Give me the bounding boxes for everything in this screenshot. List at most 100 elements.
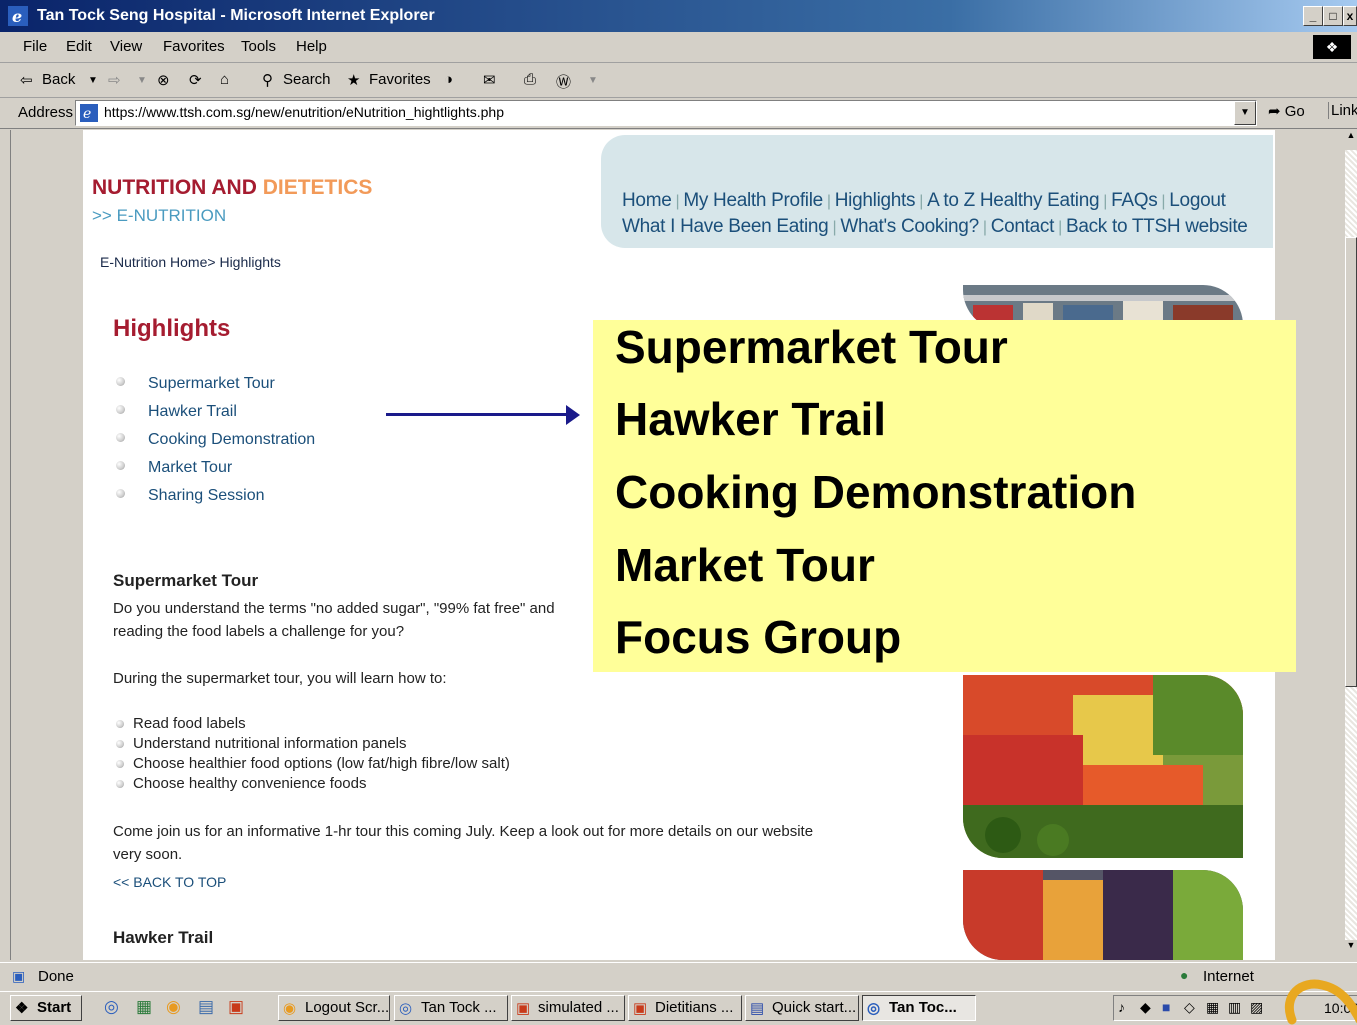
callout-item: Market Tour (615, 539, 875, 591)
breadcrumb-separator: > (207, 254, 216, 270)
nav-home[interactable]: Home (622, 190, 672, 211)
mail-icon[interactable]: ✉ (483, 71, 496, 89)
address-dropdown-icon[interactable]: ▼ (1234, 101, 1256, 125)
task-icon: ▤ (750, 1000, 765, 1017)
tray-network-icon[interactable]: ◇ (1184, 999, 1195, 1016)
menu-edit[interactable]: Edit (66, 38, 92, 55)
menu-bar: File Edit View Favorites Tools Help ❖ (0, 32, 1357, 63)
nav-whats-cooking[interactable]: What's Cooking? (840, 216, 979, 237)
forward-arrow-icon[interactable]: ⇨ (108, 71, 121, 89)
favorites-icon[interactable]: ★ (347, 71, 360, 89)
section1-outro-2: very soon. (113, 846, 183, 863)
minimize-button[interactable]: _ (1303, 6, 1323, 26)
search-icon[interactable]: ⚲ (262, 71, 273, 89)
bullet-icon (116, 780, 124, 788)
highlight-link-hawker[interactable]: Hawker Trail (148, 403, 237, 421)
start-button[interactable]: ❖ Start (10, 995, 82, 1021)
security-zone: Internet (1203, 968, 1254, 985)
menu-file[interactable]: File (23, 38, 47, 55)
section-title-hawker: Hawker Trail (113, 928, 214, 947)
highlight-link-market[interactable]: Market Tour (148, 459, 232, 477)
highlight-link-cooking[interactable]: Cooking Demonstration (148, 431, 315, 449)
highlights-title: Highlights (113, 315, 231, 342)
links-button[interactable]: Link (1328, 102, 1357, 119)
task-dietitians[interactable]: ▣ Dietitians ... (628, 995, 742, 1021)
edit-icon[interactable]: Ⓦ (556, 71, 571, 92)
section1-outro-1: Come join us for an informative 1-hr tou… (113, 823, 814, 840)
home-icon[interactable]: ⌂ (220, 71, 229, 88)
task-icon: ▣ (633, 1000, 648, 1017)
nav-faqs[interactable]: FAQs (1111, 190, 1158, 211)
task-label: Tan Toc... (889, 999, 957, 1016)
tray-connection-icon[interactable]: ▥ (1228, 999, 1241, 1016)
breadcrumb-home-link[interactable]: E-Nutrition Home (100, 254, 207, 270)
task-tan-tock-active[interactable]: ◎ Tan Toc... (862, 995, 976, 1021)
scroll-down-icon[interactable]: ▼ (1345, 940, 1357, 960)
print-icon[interactable]: ⎙ (524, 71, 536, 88)
back-button[interactable]: Back (42, 71, 75, 88)
nav-what-eating[interactable]: What I Have Been Eating (622, 216, 829, 237)
stop-icon[interactable]: ⊗ (157, 71, 170, 89)
highlight-link-supermarket[interactable]: Supermarket Tour (148, 375, 275, 393)
task-quick-start[interactable]: ▤ Quick start... (745, 995, 859, 1021)
scrollbar-thumb[interactable] (1345, 237, 1357, 687)
standard-toolbar: ⇦ Back ▼ ⇨ ▼ ⊗ ⟳ ⌂ ⚲ Search ★ Favorites … (0, 63, 1357, 98)
back-dropdown-icon[interactable]: ▼ (88, 75, 98, 86)
maximize-button[interactable]: □ (1323, 6, 1343, 26)
edit-dropdown-icon[interactable]: ▼ (588, 75, 598, 86)
vegetables-photo (963, 675, 1243, 858)
taskbar: ❖ Start ◎ ▦ ◉ ▤ ▣ ◉ Logout Scr... ◎ Tan Toc… (0, 991, 1357, 1022)
bullet-icon (116, 489, 125, 498)
callout-item: Cooking Demonstration (615, 466, 1137, 518)
search-button[interactable]: Search (283, 71, 331, 88)
menu-view[interactable]: View (110, 38, 142, 55)
nav-logout[interactable]: Logout (1169, 190, 1226, 211)
header-nav-panel: Home | My Health Profile | Highlights | A to Z… (601, 135, 1273, 248)
svg-text:e: e (83, 106, 91, 122)
volume-icon[interactable]: ♪ (1118, 999, 1125, 1015)
nav-health-profile[interactable]: My Health Profile (683, 190, 823, 211)
nav-a-to-z[interactable]: A to Z Healthy Eating (927, 190, 1099, 211)
address-bar: Address e https://www.ttsh.com.sg/new/en… (0, 98, 1357, 129)
internet-zone-icon: ● (1180, 967, 1189, 983)
highlight-link-sharing[interactable]: Sharing Session (148, 487, 265, 505)
status-bar: ▣ Done ● Internet (0, 962, 1357, 991)
menu-favorites[interactable]: Favorites (163, 38, 225, 55)
start-label: Start (37, 999, 72, 1016)
fruits-photo (963, 870, 1243, 960)
task-tan-tock-1[interactable]: ◎ Tan Tock ... (394, 995, 508, 1021)
task-simulated[interactable]: ▣ simulated ... (511, 995, 625, 1021)
address-input[interactable]: e https://www.ttsh.com.sg/new/enutrition… (75, 100, 1257, 126)
go-button[interactable]: ➦ Go (1268, 102, 1305, 120)
menu-tools[interactable]: Tools (241, 38, 276, 55)
scroll-up-icon[interactable]: ▲ (1345, 130, 1357, 150)
back-arrow-icon[interactable]: ⇦ (20, 71, 33, 89)
refresh-icon[interactable]: ⟳ (189, 71, 202, 89)
breadcrumb-current: Highlights (219, 254, 281, 270)
messenger-quicklaunch-icon[interactable]: ◉ (166, 997, 181, 1017)
media-icon[interactable]: ◑ (444, 71, 453, 88)
forward-dropdown-icon[interactable]: ▼ (137, 75, 147, 86)
desktop-quicklaunch-icon[interactable]: ▤ (198, 997, 214, 1017)
menu-help[interactable]: Help (296, 38, 327, 55)
site-subtitle: >> E-NUTRITION (92, 206, 227, 225)
ie-quicklaunch-icon[interactable]: ◎ (104, 997, 119, 1017)
back-to-top-link[interactable]: << BACK TO TOP (113, 874, 226, 890)
task-logout-screen[interactable]: ◉ Logout Scr... (278, 995, 390, 1021)
nav-back-ttsh[interactable]: Back to TTSH website (1066, 216, 1248, 237)
tray-display-icon[interactable]: ■ (1162, 999, 1170, 1015)
excel-quicklaunch-icon[interactable]: ▦ (136, 997, 152, 1017)
tray-security-icon[interactable]: ▨ (1250, 999, 1263, 1016)
task-icon: ▣ (516, 1000, 531, 1017)
nav-contact[interactable]: Contact (991, 216, 1055, 237)
callout-item: Supermarket Tour (615, 321, 1008, 373)
tray-calendar-icon[interactable]: ▦ (1206, 999, 1219, 1016)
window-title-bar[interactable]: e Tan Tock Seng Hospital - Microsoft Int… (0, 0, 1357, 32)
bullet-icon (116, 760, 124, 768)
nav-highlights[interactable]: Highlights (835, 190, 916, 211)
favorites-button[interactable]: Favorites (369, 71, 431, 88)
tray-app-icon[interactable]: ◆ (1140, 999, 1151, 1016)
close-button[interactable]: x (1343, 6, 1357, 26)
page-left-margin (11, 130, 83, 960)
powerpoint-quicklaunch-icon[interactable]: ▣ (228, 997, 244, 1017)
